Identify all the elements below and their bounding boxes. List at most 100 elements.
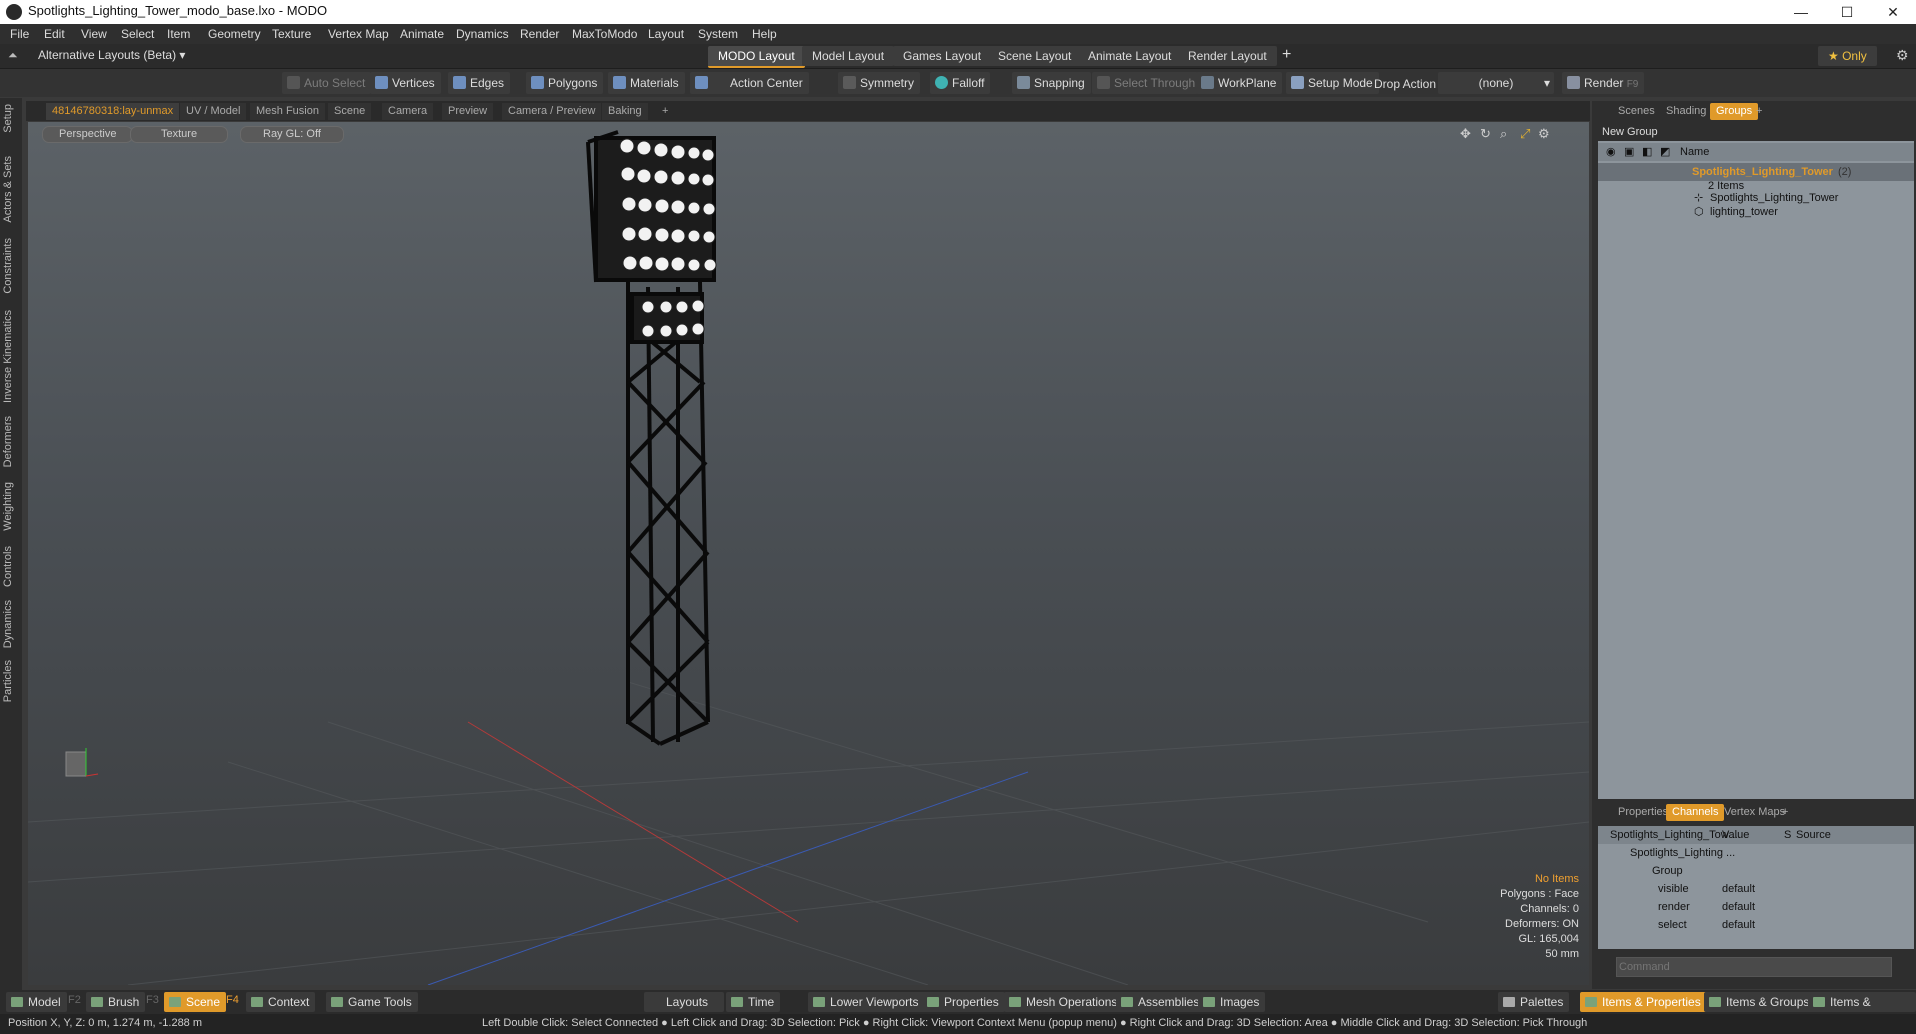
tab-mesh-fusion[interactable]: Mesh Fusion (250, 103, 325, 120)
channels-group-row[interactable]: Group (1598, 862, 1914, 880)
menu-vertex-map[interactable]: Vertex Map (328, 27, 389, 41)
assemblies-button[interactable]: Assemblies (1116, 992, 1206, 1012)
tab-render-layout[interactable]: Render Layout (1178, 46, 1277, 66)
command-input[interactable] (1616, 957, 1892, 977)
render-button[interactable]: Render F9 (1562, 72, 1645, 94)
strip-tab-inverse-kinematics[interactable]: Inverse Kinematics (2, 310, 14, 403)
tab-scene[interactable]: Scene (328, 103, 372, 120)
tab-games-layout[interactable]: Games Layout (893, 46, 992, 66)
setup-mode-button[interactable]: Setup Mode (1286, 72, 1379, 94)
menu-layout[interactable]: Layout (648, 27, 684, 41)
brush-key: F3 (146, 994, 159, 1006)
menu-view[interactable]: View (81, 27, 107, 41)
menu-item[interactable]: Item (167, 27, 190, 41)
menu-render[interactable]: Render (520, 27, 559, 41)
strip-tab-actors-sets[interactable]: Actors & Sets (2, 156, 14, 223)
palettes-button[interactable]: Palettes (1498, 992, 1570, 1012)
context-button[interactable]: Context (246, 992, 316, 1012)
snapping-button[interactable]: Snapping (1012, 72, 1091, 94)
tab-lay-unmax[interactable]: 48146780318:lay-unmax (46, 103, 180, 120)
strip-tab-particles[interactable]: Particles (2, 660, 14, 702)
only-toggle[interactable]: ★ Only (1818, 46, 1877, 66)
tab-preview[interactable]: Preview (442, 103, 494, 120)
select-through-button[interactable]: Select Through (1092, 72, 1202, 94)
add-viewport-tab-button[interactable]: + (656, 103, 674, 120)
menu-geometry[interactable]: Geometry (208, 27, 261, 41)
channel-value-select[interactable]: default (1722, 916, 1755, 934)
tab-animate-layout[interactable]: Animate Layout (1078, 46, 1182, 66)
workplane-button[interactable]: WorkPlane (1196, 72, 1283, 94)
vertices-button[interactable]: Vertices (370, 72, 441, 94)
menu-texture[interactable]: Texture (272, 27, 311, 41)
materials-button[interactable]: Materials (608, 72, 685, 94)
properties-button[interactable]: Properties (922, 992, 1005, 1012)
gear-icon[interactable]: ⚙ (1896, 47, 1909, 64)
polygons-button[interactable]: Polygons (526, 72, 604, 94)
properties-icon (927, 997, 939, 1007)
channel-value-select[interactable]: default (1722, 880, 1755, 898)
menu-maxtomodo[interactable]: MaxToModo (572, 27, 637, 41)
channels-header: Spotlights_Lighting_Tow ... Value S Sour… (1598, 826, 1914, 844)
strip-tab-setup[interactable]: Setup (2, 104, 14, 133)
auto-select-icon (287, 76, 300, 89)
falloff-button[interactable]: Falloff (930, 72, 991, 94)
layout-menu-icon[interactable]: ⏶ (8, 48, 18, 63)
tab-model-layout[interactable]: Model Layout (802, 46, 895, 66)
close-button[interactable]: ✕ (1870, 0, 1916, 24)
strip-tab-deformers[interactable]: Deformers (2, 416, 14, 467)
menu-dynamics[interactable]: Dynamics (456, 27, 509, 41)
menu-help[interactable]: Help (752, 27, 777, 41)
drop-action-select[interactable]: (none) ▾ (1438, 72, 1554, 94)
auto-select-button[interactable]: Auto Select (282, 72, 372, 94)
strip-tab-controls[interactable]: Controls (2, 546, 14, 587)
game-tools-button[interactable]: Game Tools (326, 992, 418, 1012)
tab-modo-layout[interactable]: MODO Layout (708, 46, 805, 68)
tab-properties[interactable]: Properties (1612, 804, 1674, 821)
menu-edit[interactable]: Edit (44, 27, 65, 41)
3d-viewport[interactable]: Perspective Texture Ray GL: Off ✥ ↻ ⌕ ⤢ … (28, 122, 1589, 985)
tab-camera[interactable]: Camera (382, 103, 434, 120)
strip-tab-weighting[interactable]: Weighting (2, 482, 14, 531)
items-groups-button[interactable]: Items & Groups (1704, 992, 1816, 1012)
time-button[interactable]: Time (726, 992, 781, 1012)
strip-tab-constraints[interactable]: Constraints (2, 238, 14, 294)
channel-value-select[interactable]: default (1722, 898, 1755, 916)
lighting-tower-model (586, 130, 716, 746)
channel-row[interactable]: visible default (1598, 880, 1914, 898)
scene-button[interactable]: Scene (164, 992, 227, 1012)
channel-row[interactable]: select default (1598, 916, 1914, 934)
brush-button[interactable]: Brush (86, 992, 146, 1012)
lower-viewports-button[interactable]: Lower Viewports (808, 992, 925, 1012)
alternative-layouts-dropdown[interactable]: Alternative Layouts (Beta) ▾ (38, 48, 185, 62)
add-prop-tab-button[interactable]: + (1776, 804, 1794, 821)
add-panel-tab-button[interactable]: + (1750, 103, 1768, 120)
tab-channels[interactable]: Channels (1666, 804, 1725, 821)
images-button[interactable]: Images (1198, 992, 1266, 1012)
strip-tab-dynamics[interactable]: Dynamics (2, 600, 14, 648)
minimize-button[interactable]: — (1778, 0, 1824, 24)
new-group-button[interactable]: New Group (1598, 123, 1916, 141)
tab-camera-preview[interactable]: Camera / Preview (502, 103, 602, 120)
symmetry-button[interactable]: Symmetry (838, 72, 920, 94)
channel-row[interactable]: render default (1598, 898, 1914, 916)
group-child-row[interactable]: ⬡ lighting_tower (1598, 203, 1914, 221)
menu-select[interactable]: Select (121, 27, 154, 41)
action-center-button[interactable]: Action Center (690, 72, 809, 94)
items-shading-button[interactable]: Items & Shading (1808, 992, 1916, 1029)
tab-baking[interactable]: Baking (602, 103, 648, 120)
add-layout-button[interactable]: + (1282, 46, 1291, 64)
menu-file[interactable]: File (10, 27, 29, 41)
tab-scene-layout[interactable]: Scene Layout (988, 46, 1082, 66)
edges-button[interactable]: Edges (448, 72, 511, 94)
menu-system[interactable]: System (698, 27, 738, 41)
layouts-button[interactable]: Layouts (644, 992, 725, 1012)
channels-root-row[interactable]: Spotlights_Lighting ... (1598, 844, 1914, 862)
tab-shading[interactable]: Shading (1660, 103, 1712, 120)
menu-animate[interactable]: Animate (400, 27, 444, 41)
mesh-operations-button[interactable]: Mesh Operations (1004, 992, 1124, 1012)
tab-scenes[interactable]: Scenes (1612, 103, 1661, 120)
model-button[interactable]: Model (6, 992, 67, 1012)
items-properties-button[interactable]: Items & Properties (1580, 992, 1707, 1012)
tab-uv-model[interactable]: UV / Model (180, 103, 247, 120)
maximize-button[interactable]: ☐ (1824, 0, 1870, 24)
